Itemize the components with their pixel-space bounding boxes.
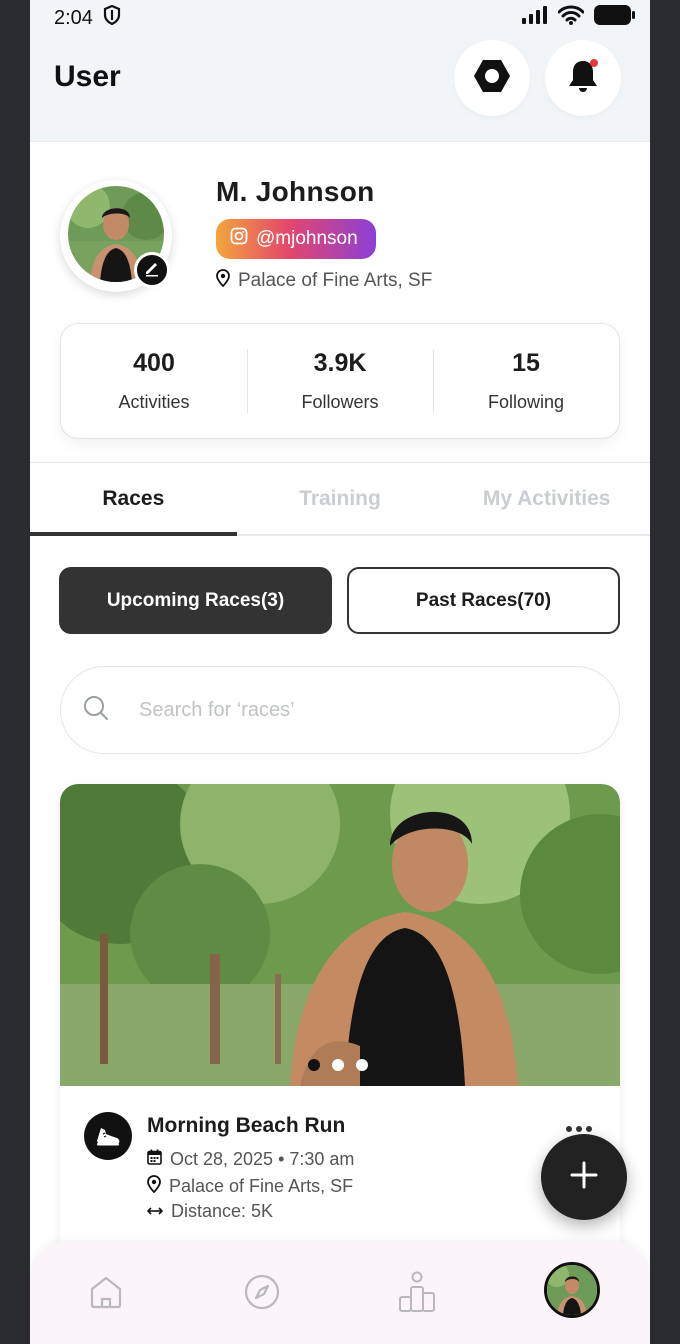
carousel-dot[interactable]: [332, 1059, 344, 1071]
tab-races[interactable]: Races: [30, 463, 237, 536]
stat-activities[interactable]: 400 Activities: [61, 349, 247, 413]
hexagon-nut-icon: [473, 59, 511, 98]
stat-followers[interactable]: 3.9K Followers: [247, 349, 433, 413]
location-pin-icon: [216, 269, 230, 293]
page-title: User: [54, 60, 121, 93]
home-icon: [88, 1275, 124, 1314]
search-placeholder: Search for ‘races’: [139, 698, 295, 721]
bell-icon: [566, 58, 600, 99]
tab-my-activities[interactable]: My Activities: [443, 463, 650, 534]
stat-label: Followers: [301, 392, 379, 412]
carousel-dots: [308, 1059, 368, 1071]
add-button[interactable]: [541, 1134, 627, 1220]
nav-explore[interactable]: [234, 1266, 290, 1322]
profile-avatar[interactable]: [544, 1262, 600, 1318]
stat-value: 3.9K: [313, 349, 367, 377]
carousel-dot[interactable]: [308, 1059, 320, 1071]
stat-label: Activities: [118, 392, 190, 412]
bottom-navigation: [30, 1242, 650, 1344]
race-location: Palace of Fine Arts, SF: [147, 1175, 353, 1198]
race-card[interactable]: Morning Beach Run Oct 28, 2025 • 7:30 am…: [60, 784, 620, 1264]
race-title: Morning Beach Run: [147, 1114, 346, 1137]
settings-button[interactable]: [454, 40, 530, 116]
more-options-icon[interactable]: [566, 1126, 592, 1132]
nav-leaderboard[interactable]: [389, 1266, 445, 1322]
profile-location: Palace of Fine Arts, SF: [216, 269, 432, 293]
location-pin-icon: [147, 1175, 161, 1198]
notifications-button[interactable]: [545, 40, 621, 116]
search-input[interactable]: Search for ‘races’: [60, 666, 620, 754]
profile-location-text: Palace of Fine Arts, SF: [238, 270, 433, 291]
compass-icon: [244, 1274, 280, 1315]
calendar-icon: [147, 1149, 162, 1170]
horizontal-arrows-icon: [146, 1201, 164, 1222]
profile-name: M. Johnson: [216, 176, 375, 207]
stat-label: Following: [487, 392, 565, 412]
signal-icon: [522, 6, 548, 30]
past-races-button[interactable]: Past Races(70): [347, 567, 620, 634]
race-location-text: Palace of Fine Arts, SF: [169, 1176, 354, 1196]
instagram-handle-badge[interactable]: @mjohnson: [216, 219, 376, 259]
stat-following[interactable]: 15 Following: [433, 349, 619, 413]
race-date-text: Oct 28, 2025 • 7:30 am: [170, 1149, 355, 1169]
shield-icon: [103, 4, 121, 31]
nav-home[interactable]: [78, 1266, 134, 1322]
plus-icon: [570, 1161, 598, 1194]
stat-value: 15: [512, 349, 540, 377]
race-photo[interactable]: [60, 784, 620, 1086]
race-distance-text: Distance: 5K: [171, 1201, 274, 1221]
instagram-icon: [230, 227, 248, 251]
running-shoe-icon: [84, 1112, 132, 1160]
profile-stats: 400 Activities 3.9K Followers 15 Followi…: [60, 323, 620, 439]
edit-avatar-button[interactable]: [134, 252, 170, 288]
pencil-icon: [143, 259, 161, 282]
battery-icon: [594, 5, 636, 31]
carousel-dot[interactable]: [356, 1059, 368, 1071]
status-time: 2:04: [54, 6, 93, 29]
profile-tabs: Races Training My Activities: [30, 462, 650, 536]
race-date: Oct 28, 2025 • 7:30 am: [147, 1149, 354, 1170]
header: 2:04 User: [30, 0, 650, 142]
upcoming-races-button[interactable]: Upcoming Races(3): [59, 567, 332, 634]
leaderboard-icon: [398, 1271, 436, 1318]
search-icon: [83, 695, 109, 726]
stat-value: 400: [133, 349, 175, 377]
status-bar: 2:04: [54, 4, 636, 31]
tab-training[interactable]: Training: [237, 463, 444, 534]
race-distance: Distance: 5K: [146, 1201, 274, 1222]
wifi-icon: [557, 5, 585, 31]
instagram-handle: @mjohnson: [256, 228, 358, 249]
app-screen: 2:04 User M. Johnson @mjohnson Palace of…: [30, 0, 650, 1344]
